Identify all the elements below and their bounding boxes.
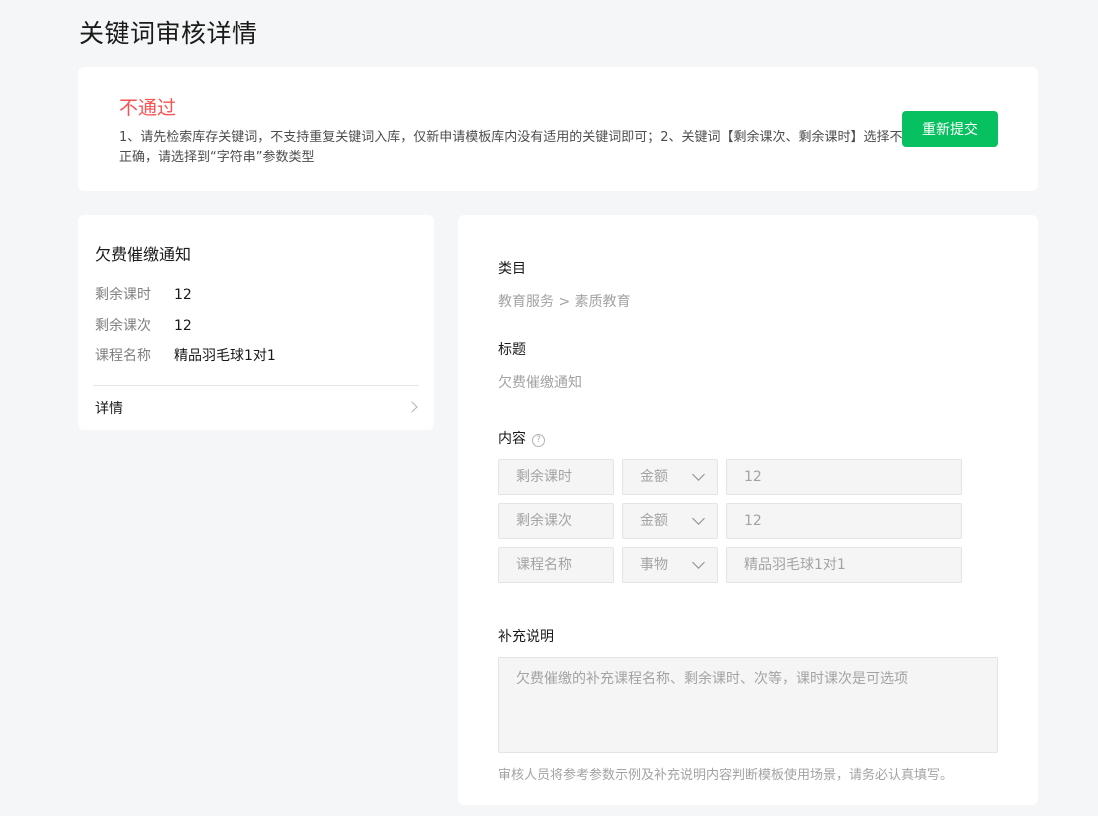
- template-preview-card: 欠费催缴通知 剩余课时 12 剩余课次 12 课程名称 精品羽毛球1对1 详情: [78, 215, 434, 430]
- detail-label: 详情: [95, 401, 123, 417]
- status-title: 不通过: [119, 97, 177, 119]
- preview-row-value: 精品羽毛球1对1: [174, 348, 276, 364]
- preview-row-value: 12: [174, 287, 192, 303]
- param-row: 课程名称 事物 精品羽毛球1对1: [498, 547, 962, 583]
- param-sample-field: 12: [726, 503, 962, 539]
- param-type-value: 金额: [640, 513, 668, 529]
- param-name-field: 剩余课时: [498, 459, 614, 495]
- param-type-select: 金额: [622, 459, 718, 495]
- content-label: 内容: [498, 431, 526, 447]
- help-icon[interactable]: ?: [532, 434, 545, 447]
- preview-row: 课程名称 精品羽毛球1对1: [95, 345, 276, 365]
- content-label-row: 内容?: [498, 428, 545, 448]
- divider: [93, 385, 419, 386]
- title-label: 标题: [498, 342, 526, 358]
- review-status-card: 不通过 1、请先检索库存关键词，不支持重复关键词入库，仅新申请模板库内没有适用的…: [78, 67, 1038, 191]
- preview-row: 剩余课时 12: [95, 284, 192, 304]
- preview-row: 剩余课次 12: [95, 315, 192, 335]
- preview-title: 欠费催缴通知: [95, 245, 192, 264]
- supplement-label: 补充说明: [498, 629, 554, 645]
- param-type-value: 金额: [640, 469, 668, 485]
- supplement-textarea: 欠费催缴的补充课程名称、剩余课时、次等，课时课次是可选项: [498, 657, 998, 753]
- category-value: 教育服务 > 素质教育: [498, 294, 631, 310]
- title-value: 欠费催缴通知: [498, 375, 582, 391]
- supplement-hint: 审核人员将参考参数示例及补充说明内容判断模板使用场景，请务必认真填写。: [498, 768, 954, 783]
- category-label: 类目: [498, 261, 526, 277]
- param-row: 剩余课次 金额 12: [498, 503, 962, 539]
- detail-link[interactable]: 详情: [95, 398, 419, 418]
- preview-row-value: 12: [174, 318, 192, 334]
- chevron-down-icon: [692, 468, 705, 481]
- param-type-value: 事物: [640, 557, 668, 573]
- status-reason: 1、请先检索库存关键词，不支持重复关键词入库，仅新申请模板库内没有适用的关键词即…: [119, 130, 903, 165]
- param-name-field: 课程名称: [498, 547, 614, 583]
- preview-row-key: 课程名称: [95, 348, 151, 364]
- preview-row-key: 剩余课次: [95, 318, 151, 334]
- chevron-down-icon: [692, 512, 705, 525]
- resubmit-button[interactable]: 重新提交: [902, 111, 998, 147]
- page-title: 关键词审核详情: [79, 19, 258, 48]
- param-sample-field: 12: [726, 459, 962, 495]
- param-type-select: 事物: [622, 547, 718, 583]
- preview-row-key: 剩余课时: [95, 287, 151, 303]
- param-sample-field: 精品羽毛球1对1: [726, 547, 962, 583]
- param-row: 剩余课时 金额 12: [498, 459, 962, 495]
- chevron-right-icon: [406, 401, 418, 413]
- chevron-down-icon: [692, 556, 705, 569]
- template-form-card: 类目 教育服务 > 素质教育 标题 欠费催缴通知 内容? 剩余课时 金额 12 …: [458, 215, 1038, 805]
- param-type-select: 金额: [622, 503, 718, 539]
- param-name-field: 剩余课次: [498, 503, 614, 539]
